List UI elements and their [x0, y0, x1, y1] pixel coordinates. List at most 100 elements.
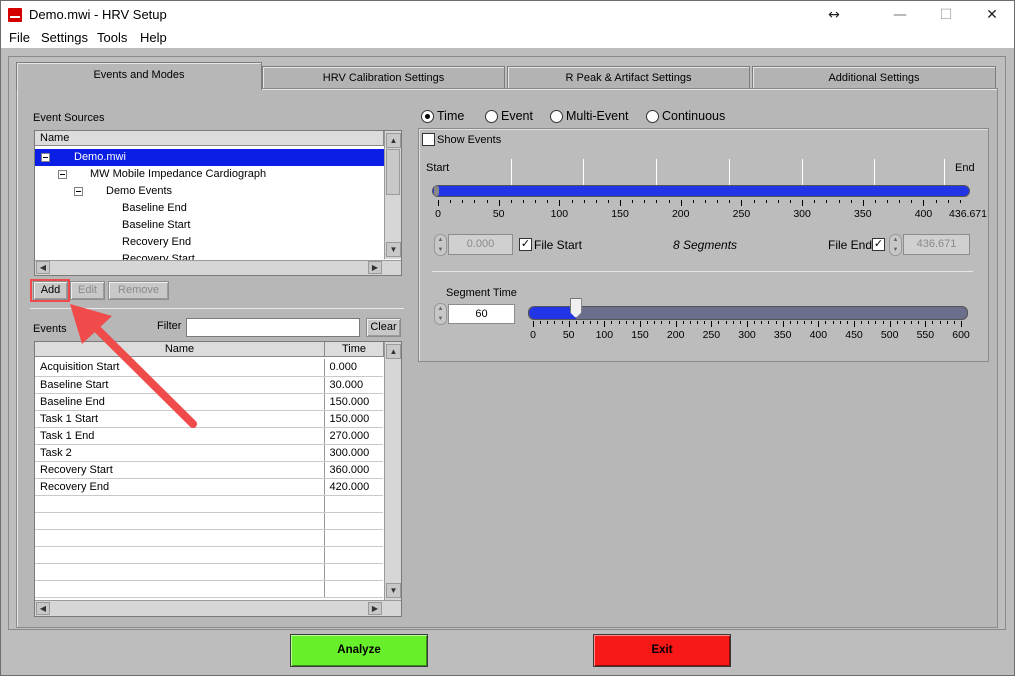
scroll-up-icon[interactable]: ▲	[386, 344, 401, 359]
event-time-cell[interactable]	[324, 563, 383, 581]
table-row[interactable]: Task 2 300.000	[35, 444, 383, 462]
tab-events-and-modes[interactable]: Events and Modes	[16, 62, 262, 90]
tree-vscroll[interactable]: ▲ ▼	[384, 131, 401, 259]
menu-settings[interactable]: Settings	[41, 30, 88, 45]
event-time-cell[interactable]: 150.000	[324, 410, 383, 428]
file-end-checkbox[interactable]: ✓	[872, 238, 885, 251]
table-row[interactable]	[35, 512, 383, 530]
segment-tick	[640, 321, 641, 327]
start-value-field[interactable]: 0.000	[448, 234, 513, 255]
timeline-tick	[850, 200, 852, 203]
clear-button[interactable]: Clear	[366, 318, 401, 337]
mode-radio-event[interactable]	[485, 110, 498, 123]
segment-tick	[882, 321, 884, 324]
scroll-right-icon[interactable]: ▶	[368, 261, 382, 274]
events-header-time[interactable]: Time	[325, 342, 384, 357]
segment-tick	[540, 321, 542, 324]
event-time-cell[interactable]	[324, 546, 383, 564]
analyze-button[interactable]: Analyze	[290, 634, 428, 667]
event-time-cell[interactable]	[324, 529, 383, 547]
segment-tick-label: 200	[666, 329, 685, 341]
menu-tools[interactable]: Tools	[97, 30, 127, 45]
event-time-cell[interactable]	[324, 512, 383, 530]
tab-rpeak-artifact[interactable]: R Peak & Artifact Settings	[507, 66, 750, 89]
tree-item-event[interactable]: Recovery End	[35, 234, 384, 251]
tree-item-demo-mwi[interactable]: Demo.mwi	[35, 149, 384, 166]
segment-tick	[903, 321, 905, 324]
event-name-cell[interactable]	[35, 529, 325, 547]
mode-radio-time[interactable]	[421, 110, 434, 123]
segment-tick	[597, 321, 599, 324]
start-spinner-icon[interactable]: ▲ ▼	[434, 234, 447, 256]
mode-radio-multi-event[interactable]	[550, 110, 563, 123]
scroll-thumb[interactable]	[386, 149, 400, 195]
file-start-checkbox[interactable]: ✓	[519, 238, 532, 251]
menu-file[interactable]: File	[9, 30, 30, 45]
events-vscroll[interactable]: ▲ ▼	[384, 342, 401, 600]
event-name-cell[interactable]	[35, 580, 325, 598]
segment-slider-track[interactable]	[528, 306, 968, 320]
tree-item-event[interactable]: Recovery Start	[35, 251, 384, 260]
event-time-cell[interactable]	[324, 580, 383, 598]
event-time-cell[interactable]: 150.000	[324, 393, 383, 411]
event-name-cell[interactable]: Recovery End	[35, 478, 325, 496]
tree-hscroll[interactable]: ◀ ▶	[35, 260, 401, 275]
segment-tick	[647, 321, 649, 324]
end-value-field[interactable]: 436.671	[903, 234, 970, 255]
tree-item-event[interactable]: Baseline Start	[35, 217, 384, 234]
table-row[interactable]	[35, 495, 383, 513]
maximize-button[interactable]: ☐	[923, 1, 969, 29]
filter-input[interactable]	[186, 318, 360, 337]
menu-help[interactable]: Help	[140, 30, 167, 45]
tree-item-device[interactable]: MW Mobile Impedance Cardiograph	[35, 166, 384, 183]
event-name-cell[interactable]: Recovery Start	[35, 461, 325, 479]
collapse-icon[interactable]	[41, 153, 50, 162]
collapse-icon[interactable]	[58, 170, 67, 179]
scroll-right-icon[interactable]: ▶	[368, 602, 382, 615]
tree-item-event[interactable]: Baseline End	[35, 200, 384, 217]
segment-spinner-icon[interactable]: ▲ ▼	[434, 303, 447, 325]
event-name-cell[interactable]: Task 2	[35, 444, 325, 462]
table-row[interactable]	[35, 580, 383, 598]
event-time-cell[interactable]: 420.000	[324, 478, 383, 496]
segment-tick	[782, 321, 784, 327]
timeline-range-bar[interactable]	[432, 185, 970, 197]
timeline-tick	[753, 200, 755, 203]
tree-header-name[interactable]: Name	[35, 131, 384, 146]
event-time-cell[interactable]: 0.000	[324, 359, 383, 377]
exit-button[interactable]: Exit	[593, 634, 731, 667]
event-time-cell[interactable]	[324, 495, 383, 513]
scroll-left-icon[interactable]: ◀	[36, 261, 50, 274]
event-name-cell[interactable]	[35, 546, 325, 564]
scroll-up-icon[interactable]: ▲	[386, 133, 401, 148]
collapse-icon[interactable]	[74, 187, 83, 196]
table-row[interactable]: Recovery Start 360.000	[35, 461, 383, 479]
event-name-cell[interactable]	[35, 512, 325, 530]
tree-item-demo-events[interactable]: Demo Events	[35, 183, 384, 200]
window-title: Demo.mwi - HRV Setup	[29, 7, 167, 22]
end-spinner-icon[interactable]: ▲ ▼	[889, 234, 902, 256]
table-row[interactable]: Recovery End 420.000	[35, 478, 383, 496]
table-row[interactable]	[35, 563, 383, 581]
event-time-cell[interactable]: 360.000	[324, 461, 383, 479]
scroll-down-icon[interactable]: ▼	[386, 583, 401, 598]
tab-hrv-calibration[interactable]: HRV Calibration Settings	[262, 66, 505, 89]
event-name-cell[interactable]	[35, 563, 325, 581]
timeline-range-start-handle[interactable]	[434, 186, 439, 196]
minimize-button[interactable]: —	[877, 1, 923, 29]
event-time-cell[interactable]: 300.000	[324, 444, 383, 462]
show-events-checkbox[interactable]	[422, 133, 435, 146]
event-time-cell[interactable]: 30.000	[324, 376, 383, 394]
event-name-cell[interactable]	[35, 495, 325, 513]
events-hscroll[interactable]: ◀ ▶	[35, 600, 401, 616]
table-row[interactable]	[35, 529, 383, 547]
scroll-left-icon[interactable]: ◀	[36, 602, 50, 615]
segment-time-field[interactable]: 60	[448, 304, 515, 324]
mode-radio-continuous[interactable]	[646, 110, 659, 123]
title-bar: Demo.mwi - HRV Setup ↔ — ☐ ✕	[0, 0, 1015, 28]
event-time-cell[interactable]: 270.000	[324, 427, 383, 445]
table-row[interactable]	[35, 546, 383, 564]
scroll-down-icon[interactable]: ▼	[386, 242, 401, 257]
close-button[interactable]: ✕	[969, 1, 1015, 29]
tab-additional-settings[interactable]: Additional Settings	[752, 66, 996, 89]
